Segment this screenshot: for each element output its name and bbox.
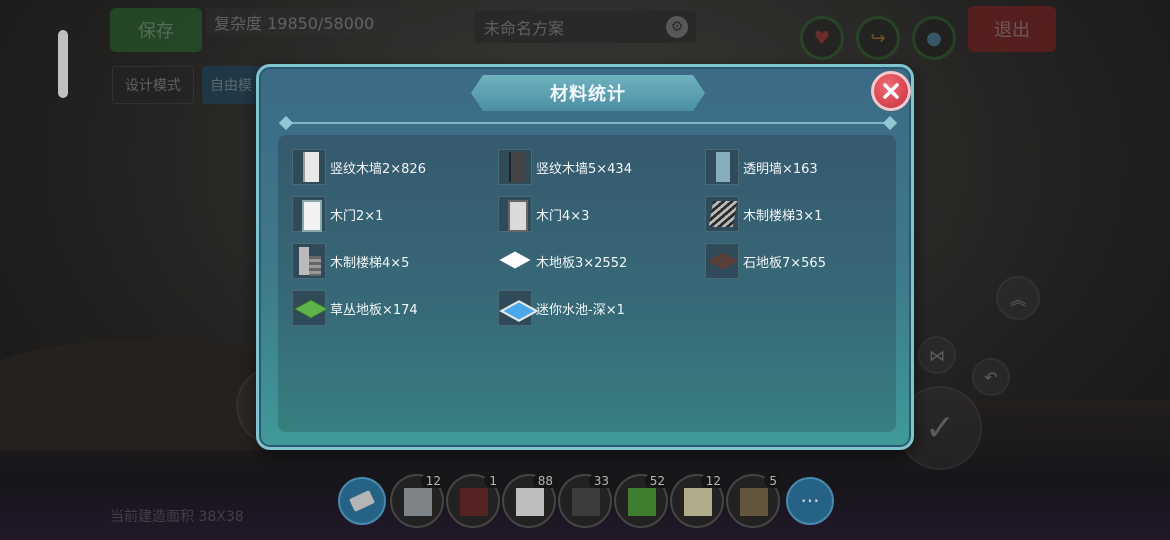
material-label: 透明墙×163 [743, 161, 818, 177]
title-divider [283, 122, 893, 124]
white-floor-icon [498, 243, 532, 279]
material-label: 石地板7×565 [743, 255, 826, 271]
material-item: 迷你水池-深×1 [498, 290, 625, 326]
material-item: 木门2×1 [292, 196, 383, 232]
material-label: 木门2×1 [330, 208, 384, 224]
stairs-column-icon [292, 243, 326, 279]
material-label: 木制楼梯4×5 [330, 255, 410, 271]
stone-floor-icon [705, 243, 739, 279]
grass-floor-icon [292, 290, 326, 326]
white-door-icon [292, 196, 326, 232]
dialog-title: 材料统计 [550, 84, 626, 105]
material-item: 透明墙×163 [705, 149, 818, 185]
material-item: 竖纹木墙2×826 [292, 149, 426, 185]
light-wall-icon [292, 149, 326, 185]
pool-icon [498, 290, 532, 326]
material-label: 木门4×3 [536, 208, 590, 224]
material-label: 木地板3×2552 [536, 255, 628, 271]
material-label: 竖纹木墙5×434 [536, 161, 632, 177]
close-icon [883, 83, 899, 99]
stairs-icon [705, 196, 739, 232]
close-button[interactable] [871, 71, 911, 111]
materials-panel: 竖纹木墙2×826 竖纹木墙5×434 透明墙×163 木门2×1 木门4×3 木制楼梯3… [278, 135, 896, 432]
glass-wall-icon [705, 149, 739, 185]
material-label: 木制楼梯3×1 [743, 208, 823, 224]
material-item: 木门4×3 [498, 196, 589, 232]
material-item: 木地板3×2552 [498, 243, 627, 279]
dialog-title-banner: 材料统计 [471, 75, 705, 111]
material-item: 竖纹木墙5×434 [498, 149, 632, 185]
material-item: 草丛地板×174 [292, 290, 418, 326]
dark-wall-icon [498, 149, 532, 185]
material-label: 迷你水池-深×1 [536, 302, 625, 318]
material-stats-dialog: ❖ ❖ 材料统计 竖纹木墙2×826竖纹木墙5×434透明墙×163木门2×1木… [256, 64, 914, 450]
gray-door-icon [498, 196, 532, 232]
material-item: 木制楼梯4×5 [292, 243, 409, 279]
divider-right-diamond [882, 115, 898, 131]
material-label: 竖纹木墙2×826 [330, 161, 426, 177]
material-item: 木制楼梯3×1 [705, 196, 822, 232]
material-label: 草丛地板×174 [330, 302, 418, 318]
material-item: 石地板7×565 [705, 243, 826, 279]
